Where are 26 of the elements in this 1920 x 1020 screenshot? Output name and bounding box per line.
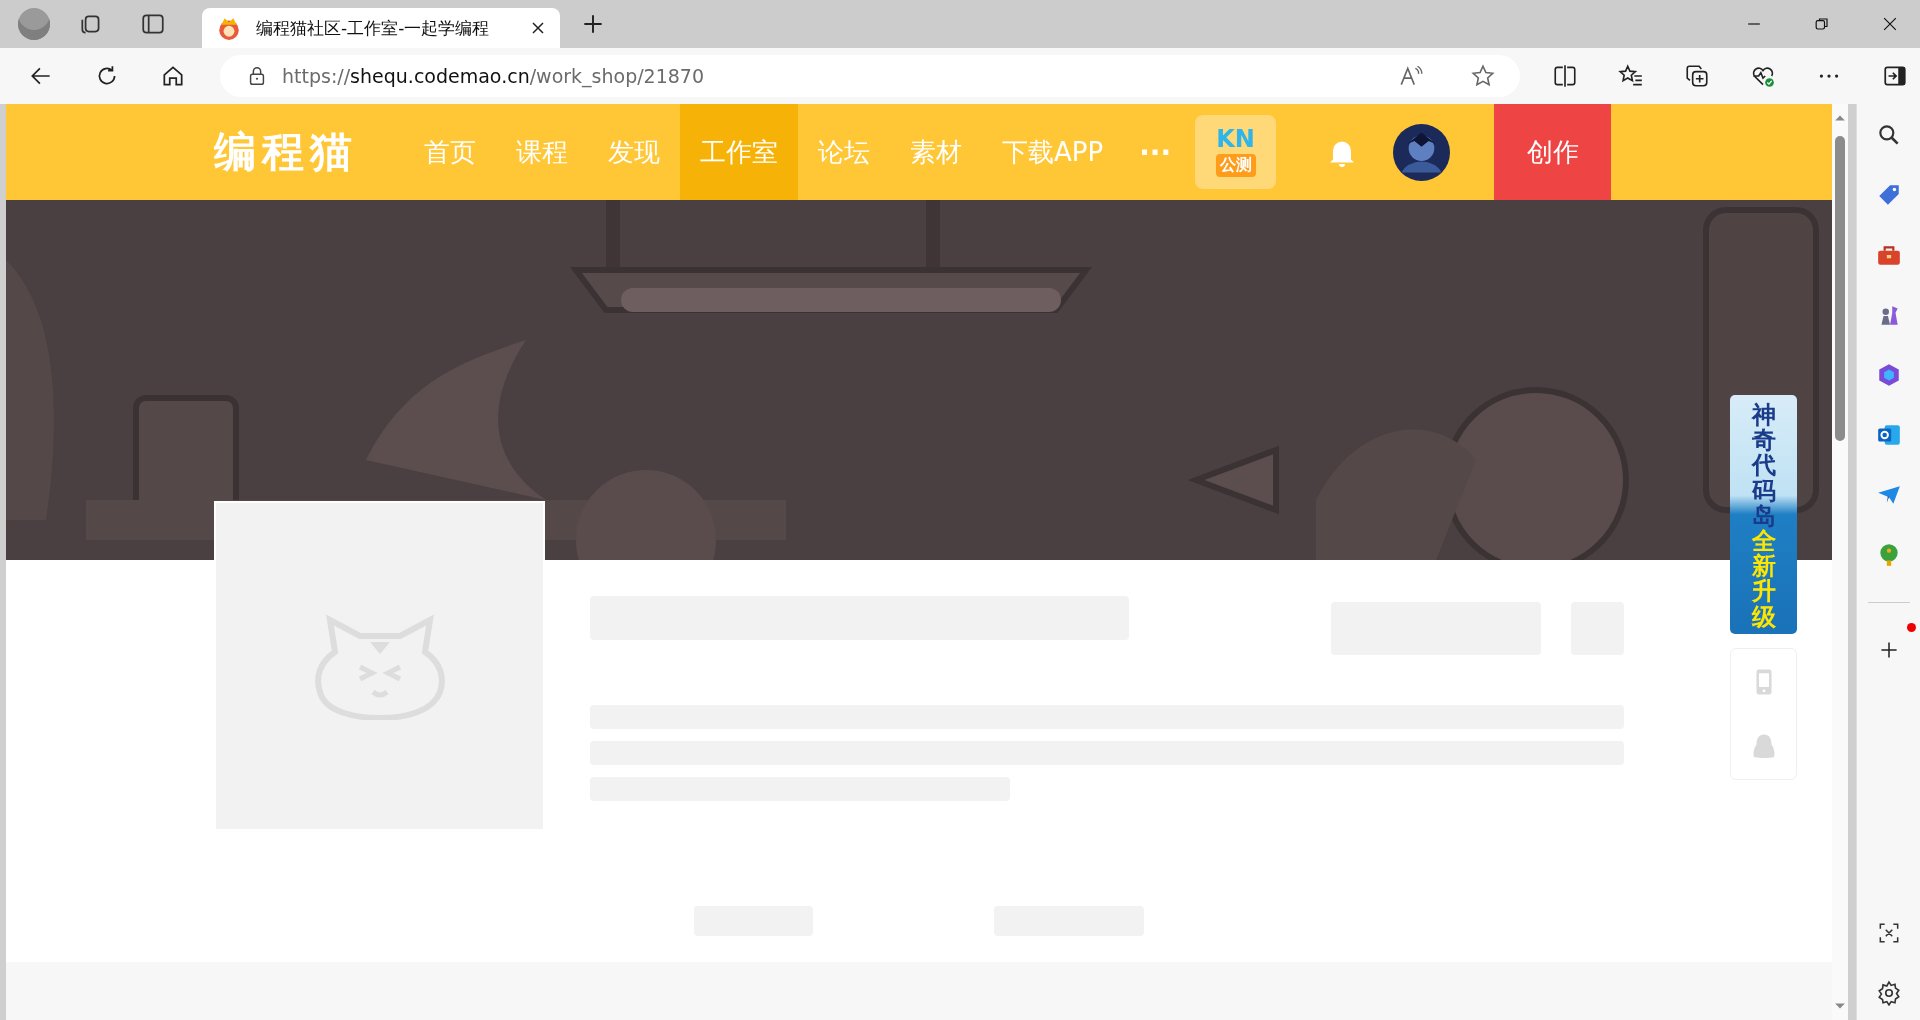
beta-badge[interactable]: KN 公测 [1195, 115, 1277, 189]
scrollbar-thumb[interactable] [1835, 136, 1845, 441]
address-text[interactable]: https://shequ.codemao.cn/work_shop/21870 [282, 65, 705, 87]
notification-dot [1906, 623, 1916, 632]
browser-tab[interactable]: 编程猫社区-工作室-一起学编程 [202, 8, 560, 48]
nav-link[interactable]: 发现 [588, 104, 680, 200]
nav-link[interactable]: 下载APP [982, 104, 1124, 200]
site-logo[interactable]: 编程猫 [214, 124, 358, 180]
tab-actions-icon[interactable] [140, 11, 166, 37]
star-icon[interactable] [1470, 63, 1496, 89]
mail-app-icon[interactable] [1875, 422, 1902, 448]
create-button[interactable]: 创作 [1494, 104, 1612, 200]
address-bar[interactable]: https://shequ.codemao.cn/work_shop/21870 [220, 55, 1520, 97]
nav-link[interactable]: 素材 [890, 104, 982, 200]
nav-link[interactable]: 课程 [496, 104, 588, 200]
sidebar-toggle-icon[interactable] [1882, 63, 1908, 89]
nav-link[interactable]: 论坛 [798, 104, 890, 200]
collections-icon[interactable] [1684, 63, 1710, 89]
promo-banner[interactable]: 神奇代码岛 全新升级 [1730, 395, 1797, 634]
settings-icon[interactable] [1875, 980, 1902, 1006]
user-avatar[interactable] [1393, 123, 1451, 181]
nav-link[interactable]: 首页 [404, 104, 496, 200]
more-menu[interactable]: ··· [1139, 135, 1172, 169]
tab-title: 编程猫社区-工作室-一起学编程 [256, 16, 491, 40]
split-screen-icon[interactable] [1552, 63, 1578, 89]
nav-link[interactable]: 工作室 [680, 104, 798, 200]
